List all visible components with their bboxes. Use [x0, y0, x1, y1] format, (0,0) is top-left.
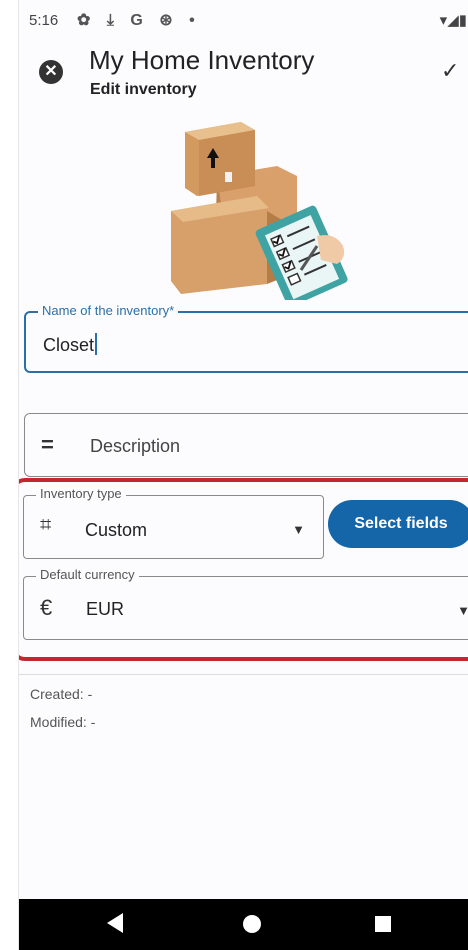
save-check-icon[interactable]: ✓	[441, 58, 459, 84]
status-signal-battery-icon: ▾◢▮	[439, 12, 467, 29]
chevron-down-icon: ▼	[292, 522, 305, 537]
text-cursor	[95, 333, 98, 355]
navigation-bar	[19, 899, 468, 950]
crop-icon: ⌗	[40, 514, 52, 536]
default-currency-label: Default currency	[36, 567, 139, 582]
app-title: My Home Inventory	[89, 45, 315, 75]
description-icon: =	[41, 432, 54, 457]
created-text: Created: -	[30, 686, 93, 702]
inventory-name-input[interactable]: Closet	[43, 333, 98, 356]
close-icon[interactable]: ✕	[39, 60, 63, 84]
inventory-name-field[interactable]: Name of the inventory* Closet	[24, 303, 468, 373]
inventory-type-value: Custom	[85, 520, 148, 540]
modified-text: Modified: -	[30, 714, 96, 730]
euro-icon: €	[40, 595, 53, 620]
status-time: 5:16	[29, 12, 59, 29]
default-currency-value: EUR	[86, 599, 125, 619]
back-icon[interactable]	[107, 913, 123, 933]
app-screen: 5:16 ✿ ⤓ G ⊛ • ▾◢▮ ✕ My Home Inventory E…	[18, 0, 468, 950]
chevron-down-icon: ▼	[457, 603, 468, 618]
status-bar: 5:16 ✿ ⤓ G ⊛ • ▾◢▮	[19, 0, 468, 40]
description-field[interactable]: = Description	[24, 413, 468, 477]
description-placeholder: Description	[90, 436, 181, 456]
page-subtitle: Edit inventory	[90, 81, 197, 98]
select-fields-button[interactable]: Select fields	[328, 500, 468, 548]
status-notification-icons: ✿ ⤓ G ⊛ •	[77, 12, 201, 29]
divider	[19, 674, 468, 675]
inventory-type-label: Inventory type	[36, 486, 126, 501]
default-currency-dropdown[interactable]: Default currency € EUR ▼	[23, 567, 468, 640]
recent-apps-icon[interactable]	[375, 916, 391, 932]
inventory-name-label: Name of the inventory*	[38, 303, 179, 318]
home-icon[interactable]	[243, 915, 261, 933]
inventory-type-dropdown[interactable]: Inventory type ⌗ Custom ▼	[23, 486, 324, 559]
inventory-illustration	[171, 122, 348, 300]
inventory-name-value: Closet	[43, 335, 95, 355]
